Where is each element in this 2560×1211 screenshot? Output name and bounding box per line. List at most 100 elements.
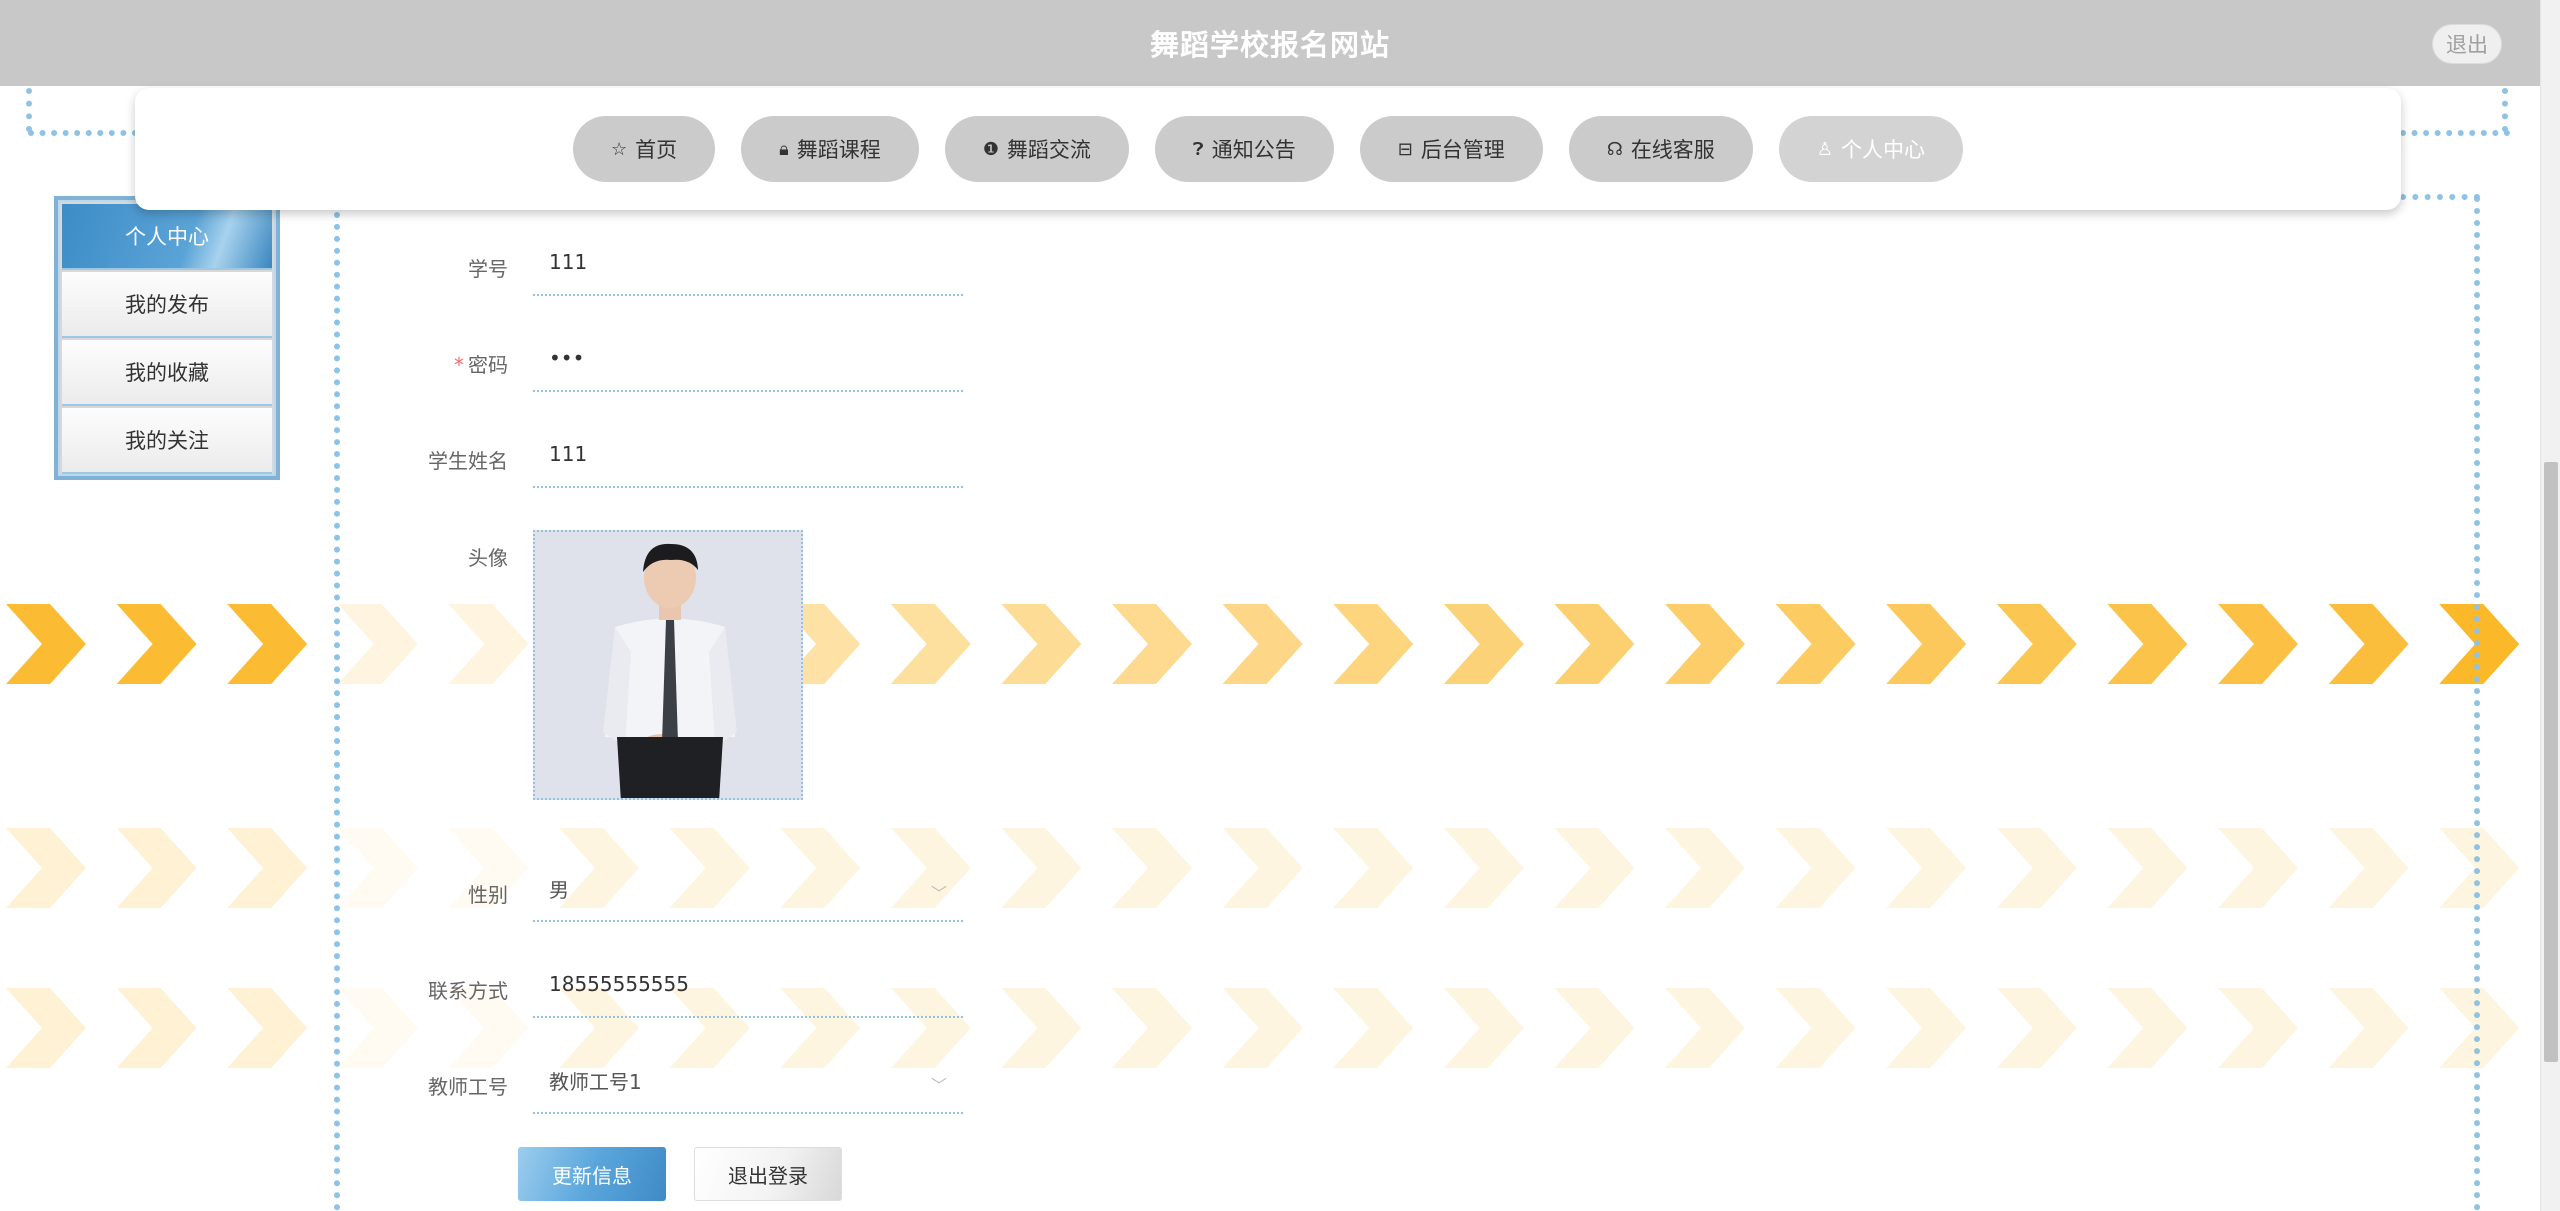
chevron-decoration (1775, 828, 1856, 908)
password-label: * 密码 (420, 326, 520, 404)
student-name-input[interactable]: 111 (533, 422, 963, 488)
chevron-decoration (116, 604, 197, 684)
form-row-contact: 联系方式 18555555555 (420, 952, 963, 1030)
chevron-decoration (1112, 828, 1192, 908)
logout-button[interactable]: 退出 (2432, 24, 2502, 64)
chevron-decoration (227, 828, 308, 908)
chevron-decoration (1443, 604, 1524, 684)
dotted-border (2474, 196, 2480, 1211)
teacher-no-label: 教师工号 (428, 1075, 508, 1099)
dotted-border (28, 130, 138, 136)
chevron-strip-middle (0, 828, 2540, 908)
chevron-decoration (2218, 604, 2298, 684)
chevron-decoration (6, 604, 86, 684)
chevron-decoration (1333, 604, 1414, 684)
chevron-decoration (1775, 988, 1856, 1068)
required-mark: * (454, 353, 464, 377)
logout-account-button[interactable]: 退出登录 (694, 1147, 842, 1201)
contact-label: 联系方式 (428, 979, 508, 1003)
student-name-label: 学生姓名 (428, 449, 508, 473)
chevron-decoration (1996, 828, 2077, 908)
sidebar-item-following[interactable]: 我的关注 (62, 408, 272, 474)
nav-item-home[interactable]: ☆ 首页 (573, 116, 716, 182)
contact-input[interactable]: 18555555555 (533, 952, 963, 1018)
chevron-decoration (1554, 988, 1635, 1068)
chevron-decoration (1222, 828, 1303, 908)
question-circle-icon: ❓︎ (1192, 138, 1204, 160)
headset-icon: ☊ (1606, 138, 1623, 160)
update-info-button[interactable]: 更新信息 (518, 1147, 666, 1201)
nav-item-label: 通知公告 (1211, 138, 1296, 162)
nav-item-admin[interactable]: ⊟ 后台管理 (1359, 116, 1543, 182)
dotted-border (2400, 130, 2510, 136)
chevron-decoration (1112, 604, 1192, 684)
form-row-teacher-no: 教师工号 教师工号1 ﹀ (420, 1048, 963, 1126)
nav-item-label: 后台管理 (1420, 138, 1505, 162)
top-bar: 舞蹈学校报名网站 退出 (0, 0, 2540, 86)
password-label-text: 密码 (468, 353, 508, 377)
chevron-decoration (1333, 988, 1414, 1068)
nav-item-courses[interactable]: 🔒︎ 舞蹈课程 (741, 116, 919, 182)
chevron-decoration (1443, 988, 1524, 1068)
chevron-decoration (1554, 604, 1635, 684)
nav-item-notices[interactable]: ❓︎ 通知公告 (1154, 116, 1334, 182)
sidebar-item-favorites[interactable]: 我的收藏 (62, 340, 272, 406)
chevron-decoration (1001, 604, 1082, 684)
chevron-down-icon: ﹀ (930, 884, 947, 903)
star-icon: ☆ (611, 138, 628, 160)
chevron-decoration (2328, 828, 2409, 908)
form-row-student-name: 学生姓名 111 (420, 422, 963, 500)
avatar-image (535, 532, 801, 798)
chevron-decoration (1665, 828, 1745, 908)
dotted-border (2400, 194, 2480, 200)
chevron-decoration (1333, 828, 1414, 908)
chevron-decoration (1112, 988, 1192, 1068)
box-icon: ⊟ (1397, 138, 1413, 160)
page: 舞蹈学校报名网站 退出 ☆ 首页 🔒︎ 舞蹈课程 ❶ 舞蹈交流 ❓︎ 通知公告 … (0, 0, 2560, 1211)
chevron-decoration (337, 828, 418, 908)
gender-select[interactable]: 男 ﹀ (533, 856, 963, 922)
chevron-strip-top (0, 604, 2540, 684)
nav-item-label: 舞蹈课程 (796, 138, 881, 162)
chevron-decoration (2107, 828, 2188, 908)
chevron-decoration (2107, 604, 2188, 684)
scrollbar-thumb[interactable] (2544, 462, 2558, 1062)
gender-label: 性别 (468, 883, 508, 907)
chevron-strip-bottom (0, 988, 2540, 1068)
dotted-border (334, 200, 340, 1211)
nav-item-support[interactable]: ☊ 在线客服 (1568, 116, 1753, 182)
chevron-decoration (337, 604, 418, 684)
sidebar-item-my-posts[interactable]: 我的发布 (62, 272, 272, 338)
nav-item-label: 在线客服 (1630, 138, 1715, 162)
chevron-decoration (1222, 604, 1303, 684)
nav-item-label: 舞蹈交流 (1006, 138, 1091, 162)
chevron-decoration (337, 988, 418, 1068)
chevron-decoration (1001, 828, 1082, 908)
site-title: 舞蹈学校报名网站 (1149, 28, 1390, 62)
avatar-upload[interactable] (533, 530, 803, 800)
form-row-avatar: 头像 (420, 530, 803, 802)
chevron-decoration (227, 604, 308, 684)
nav-item-profile[interactable]: ♙ 个人中心 (1778, 116, 1963, 182)
chevron-decoration (1665, 988, 1745, 1068)
student-no-input[interactable]: 111 (533, 230, 963, 296)
chevron-decoration (890, 604, 971, 684)
nav-item-label: 首页 (635, 138, 678, 162)
nav-item-forum[interactable]: ❶ 舞蹈交流 (944, 116, 1129, 182)
chevron-decoration (1001, 988, 1082, 1068)
page-scrollbar[interactable] (2540, 0, 2560, 1211)
chevron-decoration (1775, 604, 1856, 684)
chevron-decoration (6, 828, 86, 908)
sidebar-item-profile[interactable]: 个人中心 (62, 204, 272, 270)
user-icon: ♙ (1816, 138, 1833, 160)
teacher-no-select[interactable]: 教师工号1 ﹀ (533, 1048, 963, 1114)
password-input[interactable]: ••• (533, 326, 963, 392)
chevron-decoration (2218, 988, 2298, 1068)
dotted-border (2502, 88, 2508, 132)
chevron-decoration (2328, 604, 2409, 684)
chevron-decoration (1886, 988, 1967, 1068)
chevron-down-icon: ﹀ (930, 1076, 947, 1095)
form-row-password: * 密码 ••• (420, 326, 963, 404)
chevron-decoration (1222, 988, 1303, 1068)
gender-value: 男 (549, 877, 569, 902)
